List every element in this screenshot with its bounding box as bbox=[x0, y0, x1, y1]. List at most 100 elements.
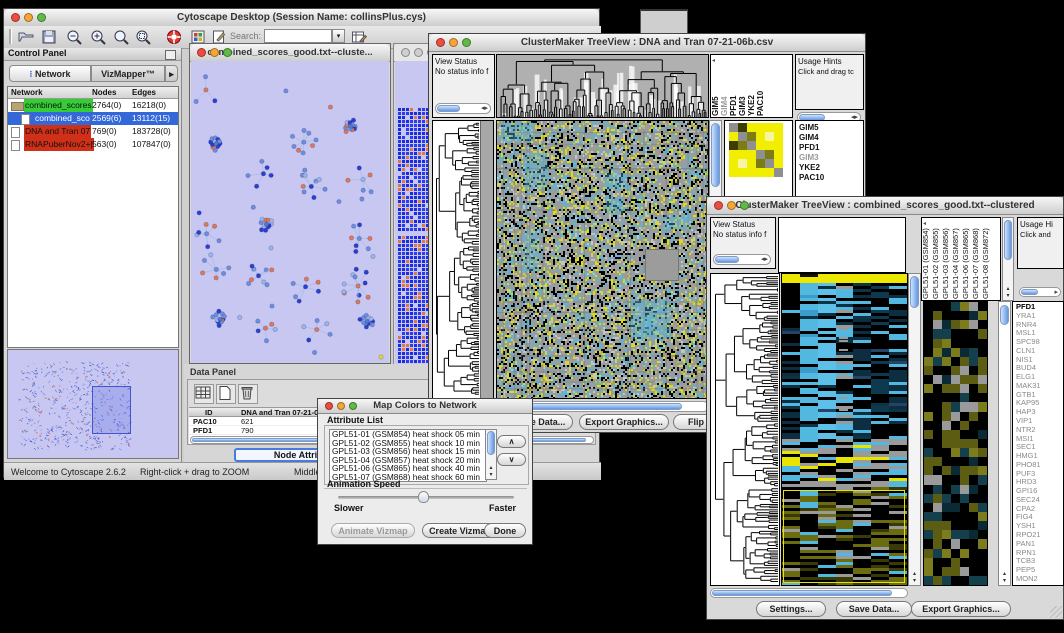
dialog-titlebar[interactable]: Map Colors to Network bbox=[318, 399, 532, 414]
zoom-icon[interactable] bbox=[37, 13, 46, 22]
close-icon[interactable] bbox=[325, 402, 333, 410]
tab-vizmapper[interactable]: VizMapper™ bbox=[91, 65, 165, 82]
tv1-status-hscrollbar[interactable]: ◂▸ bbox=[435, 103, 491, 114]
gene-label: CLN1 bbox=[1016, 347, 1035, 355]
mini-heatmap-cell bbox=[765, 123, 774, 132]
attribute-list[interactable]: GPL51-01 (GSM854) heat shock 05 minGPL51… bbox=[329, 429, 487, 482]
network-canvas[interactable] bbox=[191, 61, 389, 363]
toolbar-handle[interactable] bbox=[9, 29, 12, 44]
tab-network[interactable]: ⁝ Network bbox=[9, 65, 91, 82]
dialog-title: Map Colors to Network bbox=[373, 400, 476, 411]
tv2-column-dendrogram[interactable] bbox=[778, 217, 906, 273]
close-icon[interactable] bbox=[197, 48, 206, 57]
folder-icon bbox=[11, 102, 24, 111]
tv2-heatmap[interactable] bbox=[781, 273, 908, 586]
close-icon[interactable] bbox=[436, 38, 445, 47]
edge-count: 13112(15) bbox=[132, 112, 170, 125]
zoom-icon[interactable] bbox=[740, 201, 749, 210]
birdseye-view[interactable] bbox=[7, 349, 179, 459]
faster-label: Faster bbox=[489, 503, 516, 513]
collapse-arrow-icon[interactable]: ◂ bbox=[712, 57, 715, 64]
treeview1-titlebar[interactable]: ClusterMaker TreeView : DNA and Tran 07-… bbox=[429, 34, 865, 52]
column-label: GPL51-08 (GSM872) bbox=[981, 228, 990, 299]
tab-overflow-arrow-icon[interactable]: ▸ bbox=[165, 65, 178, 82]
network-tree-row[interactable]: combined_sco2569(6)13112(15) bbox=[8, 112, 178, 125]
tv1-column-dendrogram[interactable] bbox=[496, 54, 709, 118]
document-icon bbox=[21, 114, 30, 125]
tv2-heatmap-hscrollbar[interactable] bbox=[710, 588, 908, 598]
zoom-icon[interactable] bbox=[462, 38, 471, 47]
tv2-heatmap-vscrollbar[interactable]: ▴▾ bbox=[908, 273, 921, 586]
zoom-selected-icon[interactable] bbox=[135, 29, 151, 45]
resize-grip[interactable] bbox=[1050, 606, 1062, 618]
new-doc-icon[interactable] bbox=[216, 384, 236, 404]
treeview2-titlebar[interactable]: ClusterMaker TreeView : combined_scores_… bbox=[707, 197, 1063, 215]
mini-heatmap-cell bbox=[765, 159, 774, 168]
node-count: 563(0) bbox=[92, 138, 117, 151]
done-button[interactable]: Done bbox=[484, 523, 526, 538]
network-view-titlebar[interactable]: combined_scores_good.txt--cluste... bbox=[190, 44, 390, 62]
save-disk-icon[interactable] bbox=[41, 29, 57, 45]
attribute-list-vscrollbar[interactable]: ▴▾ bbox=[485, 429, 497, 480]
tv2-collabel-vscrollbar[interactable]: ▴▾ bbox=[1002, 217, 1014, 301]
move-up-button[interactable]: ∧ bbox=[497, 435, 526, 448]
main-titlebar[interactable]: Cytoscape Desktop (Session Name: collins… bbox=[4, 9, 599, 27]
column-header[interactable]: Nodes bbox=[92, 88, 116, 97]
close-icon[interactable] bbox=[401, 48, 410, 57]
search-dropdown-button[interactable]: ▾ bbox=[332, 29, 345, 43]
trash-icon[interactable] bbox=[238, 384, 258, 404]
minimize-icon[interactable] bbox=[337, 402, 345, 410]
mini-heatmap-cell bbox=[747, 168, 756, 177]
tv2-status-hscrollbar[interactable]: ◂▸ bbox=[713, 254, 771, 265]
zoom-out-icon[interactable] bbox=[66, 29, 82, 45]
tv2-global-vscrollbar[interactable]: ▴▾ bbox=[998, 301, 1011, 586]
move-down-button[interactable]: ∨ bbox=[497, 453, 526, 466]
network-tree-row[interactable]: combined_scores2764(0)16218(0) bbox=[8, 99, 178, 112]
desktop: Cytoscape Desktop (Session Name: collins… bbox=[0, 0, 1064, 633]
column-header[interactable]: Network bbox=[11, 88, 43, 97]
open-folder-icon[interactable] bbox=[18, 29, 34, 45]
mini-heatmap-cell bbox=[756, 159, 765, 168]
minimize-icon[interactable] bbox=[24, 13, 33, 22]
window-controls[interactable] bbox=[11, 13, 46, 22]
minimize-icon[interactable] bbox=[210, 48, 219, 57]
tv1-row-dendrogram[interactable] bbox=[432, 120, 494, 399]
save-data-button[interactable]: Save Data... bbox=[836, 601, 912, 617]
float-panel-icon[interactable] bbox=[165, 50, 176, 60]
zoom-icon[interactable] bbox=[223, 48, 232, 57]
animate-vizmap-button[interactable]: Animate Vizmap bbox=[331, 523, 415, 538]
gene-label: PAC10 bbox=[799, 173, 824, 182]
tv2-usage-hscrollbar[interactable]: ▸ bbox=[1019, 287, 1061, 297]
network-tree-row[interactable]: DNA and Tran 07769(0)183728(0) bbox=[8, 125, 178, 138]
mini-heatmap-cell bbox=[738, 132, 747, 141]
network-tree-row[interactable]: RNAPuberNov2+|563(0)107847(0) bbox=[8, 138, 178, 151]
zoom-icon[interactable] bbox=[349, 402, 357, 410]
minimize-icon[interactable] bbox=[449, 38, 458, 47]
birdseye-selection-rect[interactable] bbox=[92, 386, 131, 434]
minimize-icon[interactable] bbox=[414, 48, 423, 57]
gene-label: VIP1 bbox=[1016, 417, 1032, 425]
minimize-icon[interactable] bbox=[727, 201, 736, 210]
network-view-window: combined_scores_good.txt--cluste... bbox=[189, 43, 391, 364]
export-graphics-button[interactable]: Export Graphics... bbox=[911, 601, 1011, 617]
tv1-heatmap[interactable] bbox=[496, 120, 709, 399]
mini-heatmap-cell bbox=[747, 150, 756, 159]
tv2-row-dendrogram[interactable] bbox=[710, 273, 780, 586]
lifesaver-help-icon[interactable] bbox=[166, 29, 182, 45]
column-header[interactable]: DNA and Tran 07-21-06( bbox=[241, 408, 325, 417]
tv2-global-view[interactable] bbox=[923, 301, 988, 586]
zoom-fit-icon[interactable] bbox=[113, 29, 129, 45]
treeview1-title: ClusterMaker TreeView : DNA and Tran 07-… bbox=[521, 37, 773, 48]
gene-label: ELG1 bbox=[1016, 373, 1035, 381]
column-header[interactable]: Edges bbox=[132, 88, 156, 97]
close-icon[interactable] bbox=[714, 201, 723, 210]
export-graphics-button[interactable]: Export Graphics... bbox=[579, 414, 669, 430]
close-icon[interactable] bbox=[11, 13, 20, 22]
search-input[interactable] bbox=[264, 29, 332, 43]
zoom-in-icon[interactable] bbox=[90, 29, 106, 45]
collapse-arrow-icon[interactable]: ◂ bbox=[923, 220, 926, 227]
slider-thumb[interactable] bbox=[418, 491, 429, 503]
attribute-table-icon[interactable] bbox=[194, 384, 214, 404]
column-header[interactable]: ID bbox=[205, 408, 213, 417]
settings-button[interactable]: Settings... bbox=[756, 601, 826, 617]
